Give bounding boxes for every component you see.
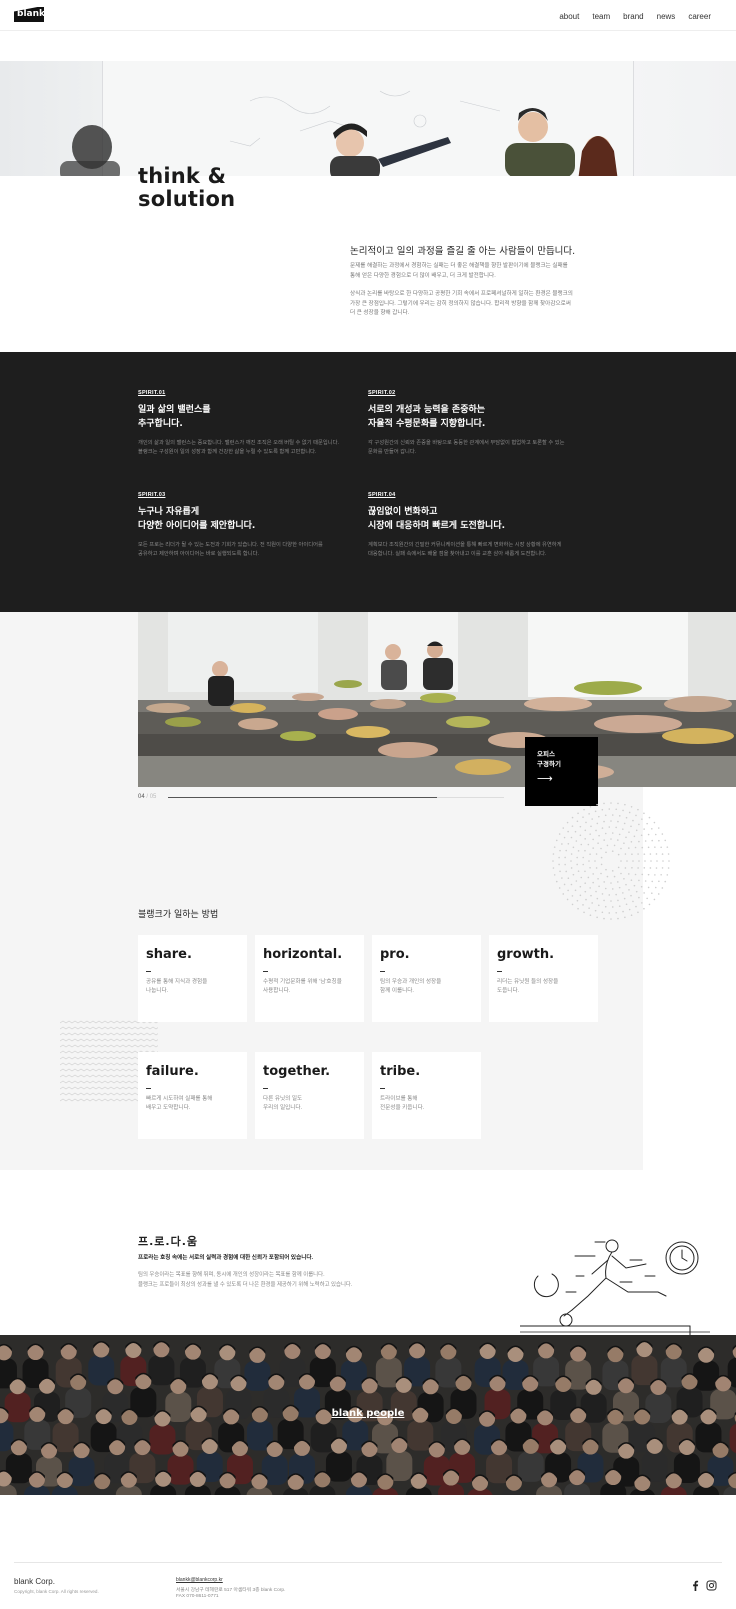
spirit-title: 서로의 개성과 능력을 존중하는 자율적 수평문화를 지향합니다. <box>368 405 486 429</box>
intro-p1-line2: 통해 얻은 다양한 경험으로 더 많이 배우고, 더 크게 발전합니다. <box>350 272 496 279</box>
slide-progress-fill <box>168 797 437 798</box>
footer-email-link[interactable]: blankk@blankcorp.kr <box>176 1577 223 1583</box>
spirit-desc: 모든 프로는 리더가 될 수 있는 도전과 기회가 있습니다. 전 직원이 다양… <box>138 542 323 557</box>
nav-brand[interactable]: brand <box>623 12 643 21</box>
way-desc: 팀의 우승과 개인의 성장을 함께 이룹니다. <box>380 979 442 994</box>
ways-title: 블랭크가 일하는 방법 <box>138 910 219 920</box>
prodaum-title: 프.로.다.움 <box>138 1235 199 1248</box>
footer-fax: FAX 070-8611-0771 <box>176 1594 219 1599</box>
facebook-icon[interactable] <box>690 1578 701 1591</box>
slide-counter: 04 / 05 <box>138 794 156 800</box>
brand-logo[interactable]: blank. <box>14 7 44 22</box>
arrow-right-icon: ⟶ <box>537 773 553 785</box>
way-card-together: together. 다른 유닛의 일도 우리의 일입니다. <box>255 1052 364 1139</box>
hero-people-illustration <box>60 90 618 176</box>
prodaum-subtitle: 프로라는 호칭 속에는 서로의 실력과 경험에 대한 신뢰가 포함되어 있습니다… <box>138 1255 314 1261</box>
main-nav: about team brand news career <box>559 12 711 21</box>
nav-news[interactable]: news <box>657 12 676 21</box>
spirit-tag: SPIRIT.01 <box>138 390 166 396</box>
way-keyword: tribe. <box>380 1064 421 1079</box>
hero-photo <box>0 61 736 176</box>
spirit-desc: 개인의 삶과 일의 밸런스는 중요합니다. 밸런스가 깨진 조직은 오래 버틸 … <box>138 440 339 455</box>
way-card-failure: failure. 빠르게 시도하여 실패를 통해 배우고 도약합니다. <box>138 1052 247 1139</box>
way-card-growth: growth. 리더는 유닛원 들의 성장을 도웁니다. <box>489 935 598 1022</box>
blank-people-link[interactable]: blank people <box>0 1408 736 1419</box>
intro-p2-line3: 더 큰 성장을 향해 갑니다. <box>350 310 410 317</box>
site-header: blank. about team brand news career <box>0 0 736 31</box>
way-keyword: pro. <box>380 947 410 962</box>
way-divider <box>146 971 151 972</box>
prodaum-text: 팀의 우승이라는 목표를 향해 뛰며, 동시에 개인의 성장이라는 목표를 함께… <box>138 1272 353 1288</box>
way-desc: 리더는 유닛원 들의 성장을 도웁니다. <box>497 979 559 994</box>
spirit-tag: SPIRIT.02 <box>368 390 396 396</box>
way-desc: 다른 유닛의 일도 우리의 일입니다. <box>263 1096 303 1111</box>
spirit-title: 누구나 자유롭게 다양한 아이디어를 제안합니다. <box>138 507 256 531</box>
way-keyword: together. <box>263 1064 331 1079</box>
spirit-tag: SPIRIT.04 <box>368 492 396 498</box>
way-desc: 트라이브를 통해 전문성을 키웁니다. <box>380 1096 425 1111</box>
spirit-title: 끊임없이 변화하고 시장에 대응하며 빠르게 도전합니다. <box>368 507 506 531</box>
way-divider <box>263 971 268 972</box>
slide-total: 05 <box>149 794 157 800</box>
instagram-icon[interactable] <box>706 1578 717 1591</box>
intro-p1-line1: 문제를 해결하는 과정에서 경험하는 실패는 더 좋은 해결책을 향한 발판이기… <box>350 263 568 269</box>
footer-brand: blank Corp. <box>14 1577 55 1586</box>
spirit-tag: SPIRIT.03 <box>138 492 166 498</box>
intro-p2-line2: 가장 큰 장점입니다. 그렇기에 우리는 감히 정의하지 않습니다. 합리적 방… <box>350 300 571 307</box>
way-keyword: failure. <box>146 1064 199 1079</box>
office-scene-illustration <box>138 612 736 787</box>
hero-title: think & solution <box>138 165 235 211</box>
intro-heading: 논리적이고 일의 과정을 즐길 줄 아는 사람들이 만듭니다. <box>350 246 576 257</box>
spirit-desc: 계획보다 조직원간의 긴밀한 커뮤니케이션을 통해 빠르게 변화하는 시장 상황… <box>368 542 562 557</box>
nav-about[interactable]: about <box>559 12 579 21</box>
way-keyword: share. <box>146 947 192 962</box>
hero-title-line1: think & <box>138 164 227 188</box>
way-card-tribe: tribe. 트라이브를 통해 전문성을 키웁니다. <box>372 1052 481 1139</box>
spirit-02: SPIRIT.02 서로의 개성과 능력을 존중하는 자율적 수평문화를 지향합… <box>368 390 598 457</box>
way-keyword: growth. <box>497 947 555 962</box>
way-card-horizontal: horizontal. 수평적 기업문화를 위해 '님'호칭을 사용합니다. <box>255 935 364 1022</box>
hero-title-line2: solution <box>138 187 236 211</box>
way-desc: 빠르게 시도하여 실패를 통해 배우고 도약합니다. <box>146 1096 213 1111</box>
way-divider <box>497 971 502 972</box>
spirit-04: SPIRIT.04 끊임없이 변화하고 시장에 대응하며 빠르게 도전합니다. … <box>368 492 598 559</box>
office-tour-button[interactable]: 오피스 구경하기 ⟶ <box>525 737 598 806</box>
nav-team[interactable]: team <box>592 12 610 21</box>
way-divider <box>263 1088 268 1089</box>
way-desc: 수평적 기업문화를 위해 '님'호칭을 사용합니다. <box>263 979 342 994</box>
way-keyword: horizontal. <box>263 947 343 962</box>
intro-paragraph-1: 문제를 해결하는 과정에서 경험하는 실패는 더 좋은 해결책을 향한 발판이기… <box>350 262 598 281</box>
way-desc: 공유를 통해 지식과 경험을 나눕니다. <box>146 979 208 994</box>
soccer-player-illustration <box>520 1239 710 1336</box>
office-photo-slider[interactable] <box>138 612 736 787</box>
spirit-01: SPIRIT.01 일과 삶의 밸런스를 추구합니다. 개인의 삶과 일의 밸런… <box>138 390 368 457</box>
office-tour-label: 오피스 구경하기 <box>537 751 561 768</box>
way-card-pro: pro. 팀의 우승과 개인의 성장을 함께 이룹니다. <box>372 935 481 1022</box>
slide-current: 04 <box>138 794 145 800</box>
spirit-desc: 각 구성원간의 신뢰와 존중을 바탕으로 동등한 관계에서 부담없이 협업하고 … <box>368 440 565 455</box>
spirit-title: 일과 삶의 밸런스를 추구합니다. <box>138 405 211 429</box>
way-divider <box>380 1088 385 1089</box>
way-divider <box>380 971 385 972</box>
footer-divider <box>14 1562 722 1563</box>
footer-address: 서울시 강남구 테헤란로 517 아셈타워 3층 blank Corp. <box>176 1588 286 1593</box>
dot-circle-decoration <box>552 802 670 920</box>
nav-career[interactable]: career <box>688 12 711 21</box>
intro-p2-line1: 상식과 논리를 바탕으로 한 다양하고 공평한 기회 속에서 프로페셔널하게 일… <box>350 291 573 297</box>
slide-progress-track[interactable] <box>168 797 504 798</box>
way-card-share: share. 공유를 통해 지식과 경험을 나눕니다. <box>138 935 247 1022</box>
spirit-03: SPIRIT.03 누구나 자유롭게 다양한 아이디어를 제안합니다. 모든 프… <box>138 492 368 559</box>
footer-copyright: Copyright, blank Corp. All rights reserv… <box>14 1589 99 1594</box>
intro-paragraph-2: 상식과 논리를 바탕으로 한 다양하고 공평한 기회 속에서 프로페셔널하게 일… <box>350 290 598 319</box>
way-divider <box>146 1088 151 1089</box>
